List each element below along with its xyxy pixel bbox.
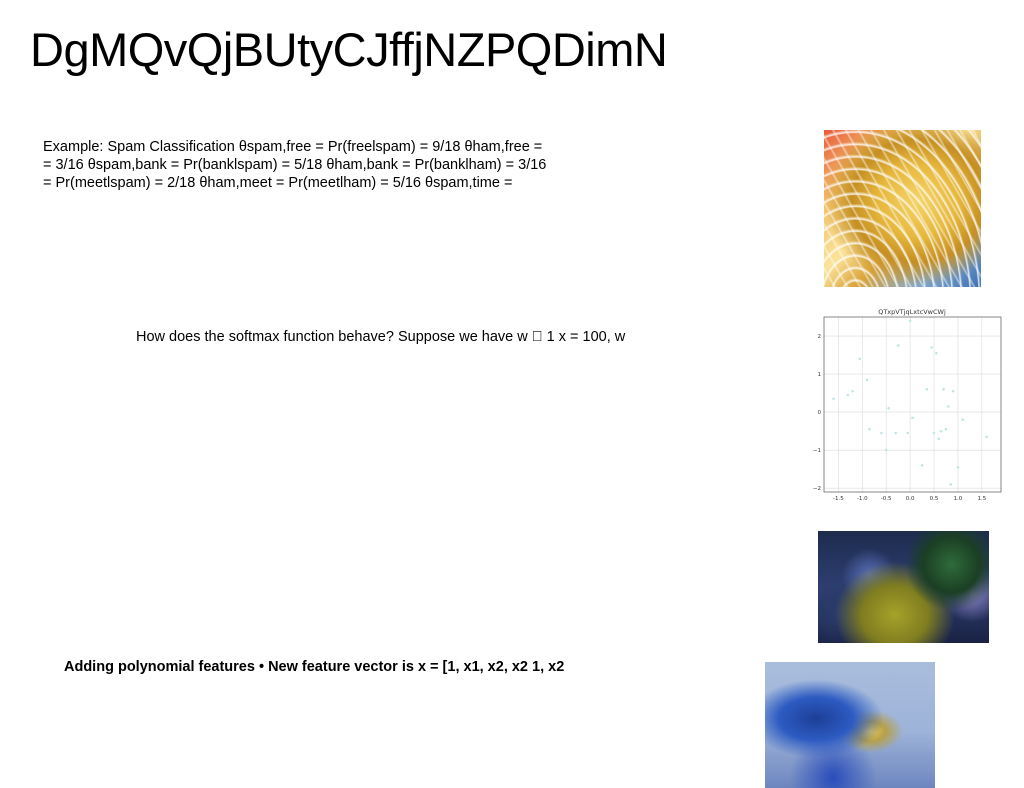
y-tick-label: 2	[818, 334, 822, 340]
scatter-point	[956, 465, 960, 469]
scatter-point	[930, 346, 933, 349]
scatter-chart: QTxpVTjqLxtcVwCWj -1.5 -1.0 -0.5 0.0 0.5 1.0 1…	[813, 308, 1002, 502]
abstract-waves-image	[824, 130, 981, 287]
x-tick-label: -1.0	[857, 496, 868, 502]
scatter-point	[911, 416, 914, 420]
scatter-point	[884, 448, 888, 452]
y-tick-label: −2	[813, 486, 821, 492]
scatter-point	[846, 393, 850, 397]
scatter-point	[865, 378, 869, 382]
scatter-point	[920, 464, 924, 467]
scatter-point	[932, 431, 936, 435]
scatter-point	[832, 397, 835, 401]
beach-photo	[765, 662, 935, 788]
x-tick-label: 1.0	[954, 496, 963, 502]
scatter-point	[942, 387, 945, 391]
slide-title: DgMQvQjBUtyCJffjNZPQDimN	[30, 23, 668, 76]
text-line: = Pr(meetlspam) = 2/18 θham,meet = Pr(me…	[43, 175, 513, 191]
plot-frame	[823, 316, 1002, 493]
text-line: Example: Spam Classification θspam,free …	[43, 139, 543, 155]
scatter-point	[858, 357, 862, 361]
y-tick-label: −1	[813, 448, 821, 454]
scatter-point	[944, 427, 948, 431]
chart-title: QTxpVTjqLxtcVwCWj	[878, 308, 946, 316]
x-tick-label: -1.5	[833, 496, 844, 502]
scatter-point	[868, 427, 871, 431]
scatter-point	[935, 351, 938, 355]
scatter-point	[894, 431, 898, 435]
scatter-point	[951, 389, 955, 393]
scatter-point	[939, 429, 943, 433]
polynomial-features-text: Adding polynomial features • New feature…	[64, 659, 565, 675]
scatter-point	[887, 407, 890, 410]
scatter-point	[937, 437, 941, 441]
scatter-point	[906, 431, 910, 435]
scatter-point	[949, 483, 953, 486]
scatter-point	[908, 319, 912, 323]
text-line: = 3/16 θspam,bank = Pr(banklspam) = 5/18…	[43, 157, 547, 173]
scatter-point	[925, 387, 929, 391]
scatter-point	[947, 405, 950, 408]
scatter-point	[961, 418, 965, 422]
x-tick-label: 0.0	[906, 496, 915, 502]
softmax-text: How does the softmax function behave? Su…	[136, 329, 626, 345]
x-tick-label: -0.5	[881, 496, 892, 502]
y-tick-label: 0	[818, 410, 822, 416]
scatter-point	[896, 344, 900, 347]
x-tick-label: 1.5	[977, 496, 986, 502]
party-photo	[818, 531, 989, 643]
scatter-point	[880, 431, 883, 435]
scatter-point	[985, 435, 988, 439]
spam-classification-text: Example: Spam Classification θspam,free …	[43, 138, 613, 192]
x-tick-label: 0.5	[930, 496, 939, 502]
y-tick-label: 1	[818, 372, 822, 378]
scatter-point	[851, 389, 855, 393]
